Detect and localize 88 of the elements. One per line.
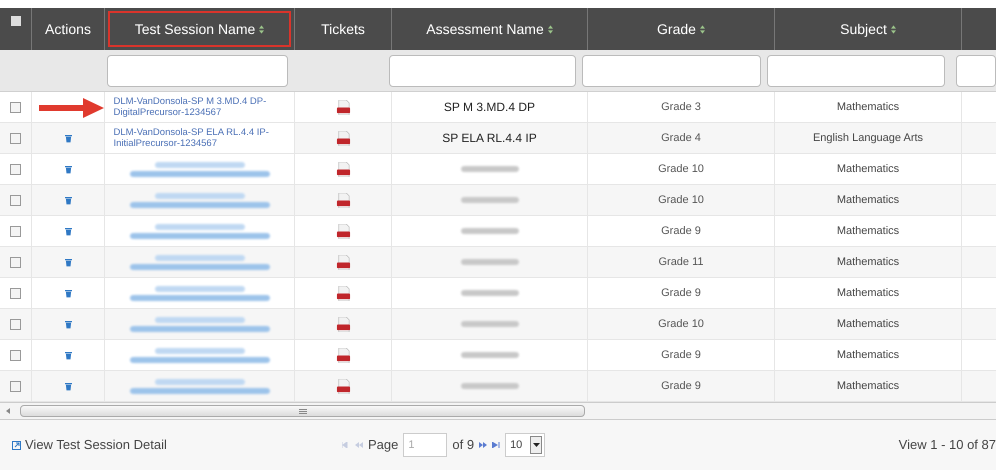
trash-icon[interactable] (64, 164, 72, 174)
next-page-icon[interactable] (479, 442, 488, 448)
trash-icon[interactable] (64, 288, 72, 298)
blurred-text (460, 352, 518, 358)
grade-text: Grade 10 (658, 162, 704, 177)
assessment-name: SP ELA RL.4.4 IP (442, 130, 537, 147)
subject-text: Mathematics (836, 254, 900, 270)
checkbox[interactable] (10, 102, 21, 112)
detail-link[interactable]: View Test Session Detail (12, 435, 342, 455)
sort-icon[interactable] (259, 24, 264, 34)
grade-text: Grade 9 (661, 378, 701, 394)
subject-text: Mathematics (836, 100, 900, 115)
filter-field[interactable] (582, 54, 761, 86)
page-label: Page (368, 436, 398, 454)
filter-field[interactable] (956, 54, 996, 86)
sort-icon[interactable] (890, 24, 896, 34)
grade-text: Grade 10 (658, 316, 704, 332)
select-all-checkbox[interactable] (10, 16, 20, 26)
filter-field[interactable] (766, 54, 945, 86)
sort-icon[interactable] (700, 24, 705, 34)
pdf-icon[interactable] (336, 348, 350, 362)
trash-icon[interactable] (64, 350, 72, 360)
session-link[interactable]: DLM-VanDonsola-SP M 3.MD.4 DP-DigitalPrecursor-1234567 (114, 96, 286, 118)
horizontal-scrollbar[interactable] (20, 405, 585, 417)
column-header[interactable]: Test Session Name (108, 11, 291, 47)
pdf-icon[interactable] (336, 100, 350, 114)
page-total: of 9 (452, 436, 474, 454)
blurred-text (460, 383, 518, 389)
trash-icon[interactable] (64, 133, 72, 143)
checkbox[interactable] (10, 226, 21, 236)
page-size-select[interactable]: 10 (505, 433, 546, 457)
column-header[interactable]: Grade (591, 11, 771, 47)
column-header[interactable]: Tickets (298, 11, 388, 47)
trash-icon[interactable] (64, 195, 72, 205)
subject-text: Mathematics (836, 192, 900, 208)
pdf-icon[interactable] (336, 286, 350, 300)
subject-text: English Language Arts (812, 130, 924, 146)
checkbox[interactable] (10, 350, 21, 360)
sort-icon[interactable] (548, 24, 553, 34)
checkbox[interactable] (10, 380, 21, 392)
checkbox[interactable] (10, 194, 21, 206)
checkbox[interactable] (10, 288, 21, 298)
subject-text: Mathematics (836, 316, 900, 332)
blurred-text (460, 321, 518, 327)
filter-field[interactable] (389, 54, 576, 86)
grip-icon (298, 408, 306, 414)
blurred-text (460, 197, 518, 203)
blurred-text (460, 166, 518, 172)
grade-text: Grade 9 (661, 224, 701, 239)
grade-text: Grade 4 (661, 130, 701, 146)
caret-icon (532, 443, 540, 447)
grade-text: Grade 9 (661, 348, 701, 363)
trash-icon[interactable] (64, 226, 72, 236)
checkbox[interactable] (10, 164, 21, 174)
popup-icon (12, 440, 21, 450)
checkbox[interactable] (10, 132, 21, 144)
pdf-icon[interactable] (336, 162, 350, 176)
pdf-icon[interactable] (336, 378, 350, 394)
column-header[interactable]: Actions (35, 11, 101, 47)
subject-text: Mathematics (836, 348, 900, 363)
checkbox[interactable] (10, 256, 21, 268)
grade-text: Grade 11 (658, 254, 704, 270)
pdf-icon[interactable] (336, 192, 350, 208)
scroll-left-icon[interactable] (4, 407, 12, 415)
last-page-icon[interactable] (492, 442, 500, 448)
pdf-icon[interactable] (336, 254, 350, 270)
grade-text: Grade 3 (661, 100, 701, 115)
filter-field[interactable] (106, 54, 288, 86)
blurred-text (460, 259, 518, 265)
trash-icon[interactable] (64, 319, 72, 329)
assessment-name: SP M 3.MD.4 DP (444, 99, 536, 116)
subject-text: Mathematics (836, 224, 900, 239)
trash-icon[interactable] (64, 257, 72, 267)
checkbox[interactable] (10, 318, 21, 330)
record-info: View 1 - 10 of 87 (898, 436, 996, 454)
pdf-icon[interactable] (336, 316, 350, 332)
grade-text: Grade 9 (661, 286, 701, 301)
pdf-icon[interactable] (336, 224, 350, 238)
blurred-text (460, 290, 518, 296)
subject-text: Mathematics (836, 286, 900, 301)
trash-icon[interactable] (64, 381, 72, 391)
blurred-text (460, 228, 518, 234)
pdf-icon[interactable] (336, 130, 350, 146)
grade-text: Grade 10 (658, 192, 704, 208)
column-header[interactable]: Assessment Name (395, 11, 584, 47)
subject-text: Mathematics (836, 378, 900, 394)
subject-text: Mathematics (836, 162, 900, 177)
column-header[interactable]: Subject (778, 11, 958, 47)
